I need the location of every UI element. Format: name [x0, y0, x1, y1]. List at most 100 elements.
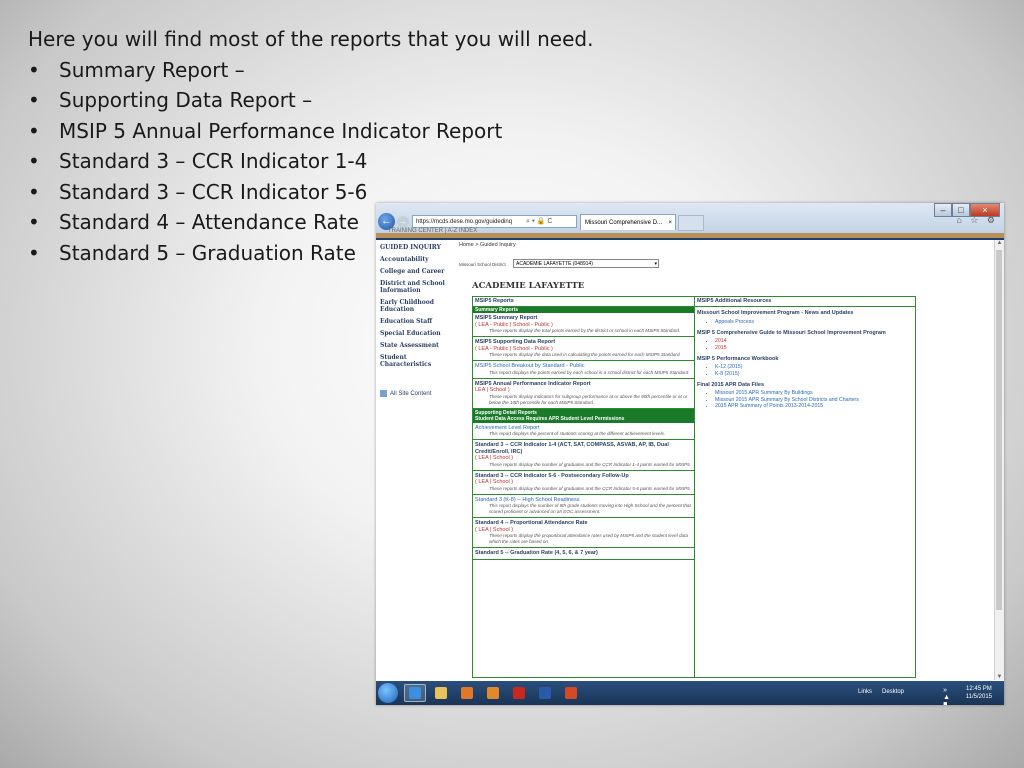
forward-arrow-icon[interactable]: →: [397, 216, 409, 228]
desktop-toolbar[interactable]: Desktop: [882, 689, 904, 695]
resource-link[interactable]: Appeals Process: [715, 319, 915, 325]
outlook-icon: [487, 687, 499, 699]
media-player-icon: [461, 687, 473, 699]
taskbar-app-button[interactable]: [404, 684, 426, 702]
clock-time: 12:45 PM: [966, 686, 992, 692]
scrollbar-thumb[interactable]: [996, 250, 1002, 610]
district-label: Missouri School District: [459, 262, 506, 267]
main-content: Home > Guided Inquiry Missouri School Di…: [456, 240, 996, 678]
resource-links: Missouri 2015 APR Summary By BuildingsMi…: [695, 388, 915, 411]
report-description: These reports display the proportional a…: [489, 533, 688, 544]
report-cell: Standard 4 -- Proportional Attendance Ra…: [473, 518, 694, 548]
new-tab-button[interactable]: [678, 215, 704, 231]
all-site-content-link[interactable]: All Site Content: [380, 390, 431, 397]
tab-close-icon[interactable]: ×: [668, 215, 672, 231]
nav-college-and-career[interactable]: College and Career: [376, 267, 454, 276]
report-description: These reports display the data used in c…: [489, 352, 681, 357]
supporting-detail-note: Student Data Access Requires APR Student…: [475, 415, 625, 422]
minimize-button[interactable]: –: [934, 203, 952, 217]
site-content-icon: [380, 390, 387, 397]
report-description: These reports display the total points e…: [489, 328, 681, 333]
scroll-down-icon[interactable]: ▼: [995, 674, 1004, 680]
resource-title: MSIP 5 Performance Workbook: [697, 355, 779, 362]
bullet-supporting-data-report: Supporting Data Report –: [28, 85, 593, 116]
report-title[interactable]: Standard 5 -- Graduation Rate (4, 5, 6, …: [475, 550, 692, 557]
supporting-detail-bar: Supporting Detail Reports Student Data A…: [473, 408, 694, 423]
report-cell: Standard 3 -- CCR Indicator 5-6 - Postse…: [473, 471, 694, 495]
report-cell: MSIP5 Summary Report( LEA - Public | Sch…: [473, 313, 694, 337]
report-description: These reports display indicators for sub…: [489, 393, 688, 405]
bullet-summary-report: Summary Report –: [28, 55, 593, 86]
tab-title: Missouri Comprehensive D...: [585, 220, 663, 226]
report-description: These reports display the number of grad…: [489, 485, 691, 491]
site-top-links[interactable]: TRAINING CENTER | A-Z INDEX: [388, 228, 477, 234]
browser-tab[interactable]: Missouri Comprehensive D... ×: [580, 214, 676, 230]
acrobat-icon: [513, 687, 525, 699]
word-icon: [539, 687, 551, 699]
taskbar-app-button[interactable]: [508, 684, 530, 702]
nav-district-and-school-information[interactable]: District and School Information: [376, 279, 454, 295]
reports-column: MSIP5 Reports Summary Reports MSIP5 Summ…: [473, 297, 695, 677]
reports-table: MSIP5 Reports Summary Reports MSIP5 Summ…: [472, 296, 916, 678]
report-description: This report displays the points earned b…: [489, 369, 690, 375]
report-title[interactable]: Standard 3 -- CCR Indicator 1-4 (ACT, SA…: [475, 442, 692, 455]
report-description: These reports display the number of grad…: [489, 461, 691, 467]
report-description: This report displays the number of 8th g…: [489, 503, 691, 514]
links-toolbar[interactable]: Links: [858, 689, 872, 695]
resource-title: Final 2015 APR Data Files: [697, 381, 765, 388]
nav-special-education[interactable]: Special Education: [376, 329, 454, 338]
reports-header: MSIP5 Reports: [473, 297, 694, 307]
start-button[interactable]: [378, 683, 398, 703]
report-cell: Standard 3 (K-8) -- High School Readines…: [473, 495, 694, 518]
nav-accountability[interactable]: Accountability: [376, 255, 454, 264]
windows-taskbar: Links Desktop » ▲ ■ ▮ 12:45 PM 11/5/2015: [376, 681, 1004, 705]
detail-report-list: Achievement Level Report This report disp…: [473, 423, 694, 560]
resource-link[interactable]: 2015 APR Summary of Points 2013-2014-201…: [715, 403, 915, 409]
resources-column: MSIP5 Additional Resources Missouri Scho…: [695, 297, 915, 677]
report-cell: MSIP5 Supporting Data Report( LEA - Publ…: [473, 337, 694, 361]
resource-title: Missouri School Improvement Program - Ne…: [697, 310, 854, 316]
district-select[interactable]: ACADEMIE LAFAYETTE (048914) ▾: [513, 259, 659, 268]
nav-state-assessment[interactable]: State Assessment: [376, 341, 454, 350]
bullet-ccr-1-4: Standard 3 – CCR Indicator 1-4: [28, 146, 593, 177]
powerpoint-icon: [565, 687, 577, 699]
resource-links: 20142015: [695, 336, 915, 353]
taskbar-app-button[interactable]: [456, 684, 478, 702]
clock-date: 11/5/2015: [965, 694, 992, 700]
resources-header: MSIP5 Additional Resources: [695, 297, 915, 307]
nav-early-childhood-education[interactable]: Early Childhood Education: [376, 298, 454, 314]
summary-report-list: MSIP5 Summary Report( LEA - Public | Sch…: [473, 313, 694, 409]
report-cell: Standard 3 -- CCR Indicator 1-4 (ACT, SA…: [473, 440, 694, 471]
resources-list: Missouri School Improvement Program - Ne…: [695, 307, 915, 411]
report-cell: MSIP5 School Breakout by Standard - Publ…: [473, 361, 694, 379]
page-scrollbar[interactable]: ▲ ▼: [994, 240, 1004, 680]
resource-link[interactable]: K-8 (2015): [715, 371, 915, 377]
browser-screenshot: – □ × ← → https://mcds.dese.mo.gov/guide…: [376, 203, 1004, 705]
clock[interactable]: 12:45 PM 11/5/2015: [966, 685, 992, 701]
nav-education-staff[interactable]: Education Staff: [376, 317, 454, 326]
nav-guided-inquiry[interactable]: GUIDED INQUIRY: [376, 240, 454, 252]
resource-links: K-12 (2015)K-8 (2015): [695, 362, 915, 379]
report-cell: MSIP5 Annual Performance Indicator Repor…: [473, 379, 694, 409]
report-cell: Standard 5 -- Graduation Rate (4, 5, 6, …: [473, 548, 694, 560]
address-bar-icons[interactable]: ⌕ ▾ 🔒 C: [526, 215, 552, 228]
bullet-annual-performance: MSIP 5 Annual Performance Indicator Repo…: [28, 116, 593, 147]
taskbar-app-button[interactable]: [534, 684, 556, 702]
taskbar-app-button[interactable]: [482, 684, 504, 702]
resource-title: MSIP 5 Comprehensive Guide to Missouri S…: [697, 329, 886, 336]
ie-icon: [409, 687, 421, 699]
tray-icons[interactable]: » ▲ ■ ▮: [943, 687, 952, 705]
folder-icon: [435, 687, 447, 699]
scroll-up-icon[interactable]: ▲: [995, 240, 1004, 246]
slide-intro: Here you will find most of the reports t…: [28, 27, 594, 51]
all-site-content-label: All Site Content: [390, 391, 432, 398]
taskbar-app-button[interactable]: [430, 684, 452, 702]
district-title: ACADEMIE LAFAYETTE: [472, 281, 585, 291]
taskbar-app-button[interactable]: [560, 684, 582, 702]
district-select-value: ACADEMIE LAFAYETTE (048914): [516, 261, 593, 267]
resource-link[interactable]: 2015: [715, 345, 915, 351]
toolbar-icons[interactable]: ⌂ ☆ ⚙: [956, 215, 998, 226]
breadcrumb[interactable]: Home > Guided Inquiry: [459, 242, 516, 248]
chevron-down-icon: ▾: [654, 261, 657, 267]
nav-student-characteristics[interactable]: Student Characteristics: [376, 353, 454, 369]
